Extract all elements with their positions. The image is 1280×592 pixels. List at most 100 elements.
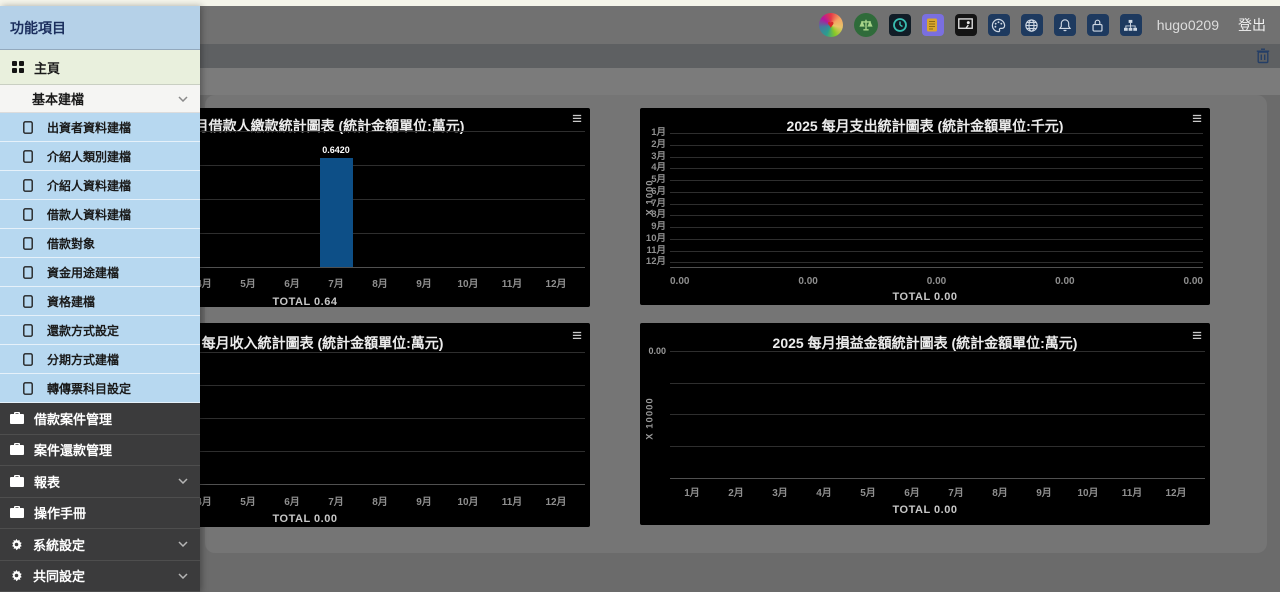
- sidebar-item-reports[interactable]: 報表: [0, 466, 200, 498]
- gridline: [670, 192, 1203, 193]
- x-tick-label: 0.00: [798, 276, 817, 287]
- username[interactable]: hugo0209: [1157, 17, 1219, 33]
- tablet-icon: [23, 150, 33, 163]
- sidebar-item-borrower-setup[interactable]: 借款人資料建檔: [0, 200, 200, 229]
- sidebar-item-loan-case-management[interactable]: 借款案件管理: [0, 403, 200, 435]
- gridline: [670, 180, 1203, 181]
- globe-icon[interactable]: [1021, 14, 1043, 36]
- x-tick-label: 10月: [446, 493, 490, 507]
- sidebar-title: 功能項目: [0, 6, 200, 50]
- sidebar-item-investor-setup[interactable]: 出資者資料建檔: [0, 113, 200, 142]
- x-tick-label: 0.00: [1184, 276, 1203, 287]
- tablet-icon: [23, 208, 33, 221]
- briefcase-icon: [10, 475, 24, 488]
- x-tick-label: 4月: [802, 484, 846, 498]
- sidebar-item-qualification-setup[interactable]: 資格建檔: [0, 287, 200, 316]
- x-tick-label: 8月: [358, 493, 402, 507]
- chart-menu-icon[interactable]: ≡: [1192, 110, 1202, 127]
- x-tick-label: 7月: [934, 484, 978, 498]
- chart-expenses: 2025 每月支出統計圖表 (統計金額單位:千元) ≡ X 1000 TOTAL…: [640, 108, 1210, 305]
- sidebar-item-repayment-method[interactable]: 還款方式設定: [0, 316, 200, 345]
- x-axis-line: [670, 267, 1203, 268]
- y-tick-label: 11月: [640, 246, 666, 256]
- tablet-icon: [23, 382, 33, 395]
- x-tick-label: 5月: [846, 484, 890, 498]
- sidebar-menu: 功能項目 主頁 基本建檔 出資者資料建檔 介紹人類別建檔 介紹人資料建檔 借款人…: [0, 6, 200, 592]
- y-tick-label: 1月: [640, 128, 666, 138]
- sidebar-item-introducer-category-setup[interactable]: 介紹人類別建檔: [0, 142, 200, 171]
- sidebar-item-installment-setup[interactable]: 分期方式建檔: [0, 345, 200, 374]
- gridline: [670, 251, 1203, 252]
- y-tick-label: 3月: [640, 152, 666, 162]
- x-tick-label: 11月: [490, 275, 534, 289]
- sidebar-item-voucher-subject-setup[interactable]: 轉傳票科目設定: [0, 374, 200, 403]
- bell-icon[interactable]: [1054, 14, 1076, 36]
- gridline: [670, 168, 1203, 169]
- x-tick-label: 9月: [1022, 484, 1066, 498]
- chart-menu-icon[interactable]: ≡: [1192, 327, 1202, 344]
- scroll-icon[interactable]: [922, 14, 944, 36]
- x-tick-label: 12月: [1154, 484, 1198, 498]
- clock-icon[interactable]: [889, 14, 911, 36]
- logout-button[interactable]: 登出: [1238, 15, 1266, 35]
- briefcase-icon: [10, 412, 24, 425]
- x-tick-label: 3月: [758, 484, 802, 498]
- x-tick-label: 9月: [402, 275, 446, 289]
- sidebar-item-fund-usage-setup[interactable]: 資金用途建檔: [0, 258, 200, 287]
- app-logo-icon[interactable]: ♥: [819, 13, 843, 37]
- sidebar-item-label: 資金用途建檔: [47, 264, 119, 281]
- x-tick-label: 7月: [314, 493, 358, 507]
- sitemap-icon[interactable]: [1120, 14, 1142, 36]
- sidebar-item-label: 案件還款管理: [34, 440, 112, 459]
- chart-profit-loss: 2025 每月損益金額統計圖表 (統計金額單位:萬元) ≡ 0.00 X 100…: [640, 323, 1210, 525]
- presentation-icon[interactable]: [955, 14, 977, 36]
- sidebar-item-loan-target[interactable]: 借款對象: [0, 229, 200, 258]
- sidebar-item-common-settings[interactable]: 共同設定: [0, 561, 200, 592]
- y-tick-label: 8月: [640, 210, 666, 220]
- y-tick-label: 7月: [640, 199, 666, 209]
- bar-value-label: 0.6420: [310, 145, 363, 155]
- gridline: [670, 414, 1205, 415]
- sidebar-item-introducer-setup[interactable]: 介紹人資料建檔: [0, 171, 200, 200]
- x-tick-label: 6月: [270, 493, 314, 507]
- chevron-down-icon: [178, 573, 188, 579]
- sidebar-item-label: 系統設定: [33, 535, 85, 554]
- y-tick-label: 6月: [640, 187, 666, 197]
- x-tick-label: 7月: [314, 275, 358, 289]
- sidebar-item-operation-manual[interactable]: 操作手冊: [0, 498, 200, 530]
- sidebar-item-label: 出資者資料建檔: [47, 119, 131, 136]
- gridline: [670, 215, 1203, 216]
- x-tick-label: 5月: [226, 275, 270, 289]
- sidebar-item-label: 介紹人類別建檔: [47, 148, 131, 165]
- x-axis: 1月2月3月4月5月6月7月8月9月10月11月12月: [670, 484, 1198, 498]
- x-tick-label: 0.00: [1055, 276, 1074, 287]
- lock-icon[interactable]: [1087, 14, 1109, 36]
- sidebar-item-label: 報表: [34, 472, 60, 491]
- tablet-icon: [23, 179, 33, 192]
- x-tick-label: 5月: [226, 493, 270, 507]
- chevron-down-icon: [178, 541, 188, 547]
- chart-menu-icon[interactable]: ≡: [572, 110, 582, 127]
- sidebar-item-case-repayment-management[interactable]: 案件還款管理: [0, 435, 200, 467]
- x-tick-label: 9月: [402, 493, 446, 507]
- gridline: [670, 157, 1203, 158]
- x-tick-label: 11月: [1110, 484, 1154, 498]
- sidebar-item-home[interactable]: 主頁: [0, 50, 200, 85]
- palette-icon[interactable]: [988, 14, 1010, 36]
- x-tick-label: 2月: [714, 484, 758, 498]
- grid-icon: [12, 61, 24, 73]
- briefcase-icon: [10, 443, 24, 456]
- tablet-icon: [23, 324, 33, 337]
- x-tick-label: 8月: [978, 484, 1022, 498]
- trash-icon[interactable]: [1256, 48, 1270, 64]
- gear-icon: [10, 569, 23, 582]
- x-axis: 0.000.000.000.000.00: [670, 276, 1203, 287]
- y-zero-tick-label: 0.00: [640, 346, 666, 356]
- gridline: [670, 351, 1205, 352]
- balance-icon[interactable]: [854, 13, 878, 37]
- chart-menu-icon[interactable]: ≡: [572, 327, 582, 344]
- sidebar-item-basic-setup[interactable]: 基本建檔: [0, 85, 200, 113]
- x-tick-label: 6月: [890, 484, 934, 498]
- gridline: [670, 383, 1205, 384]
- sidebar-item-system-settings[interactable]: 系統設定: [0, 529, 200, 561]
